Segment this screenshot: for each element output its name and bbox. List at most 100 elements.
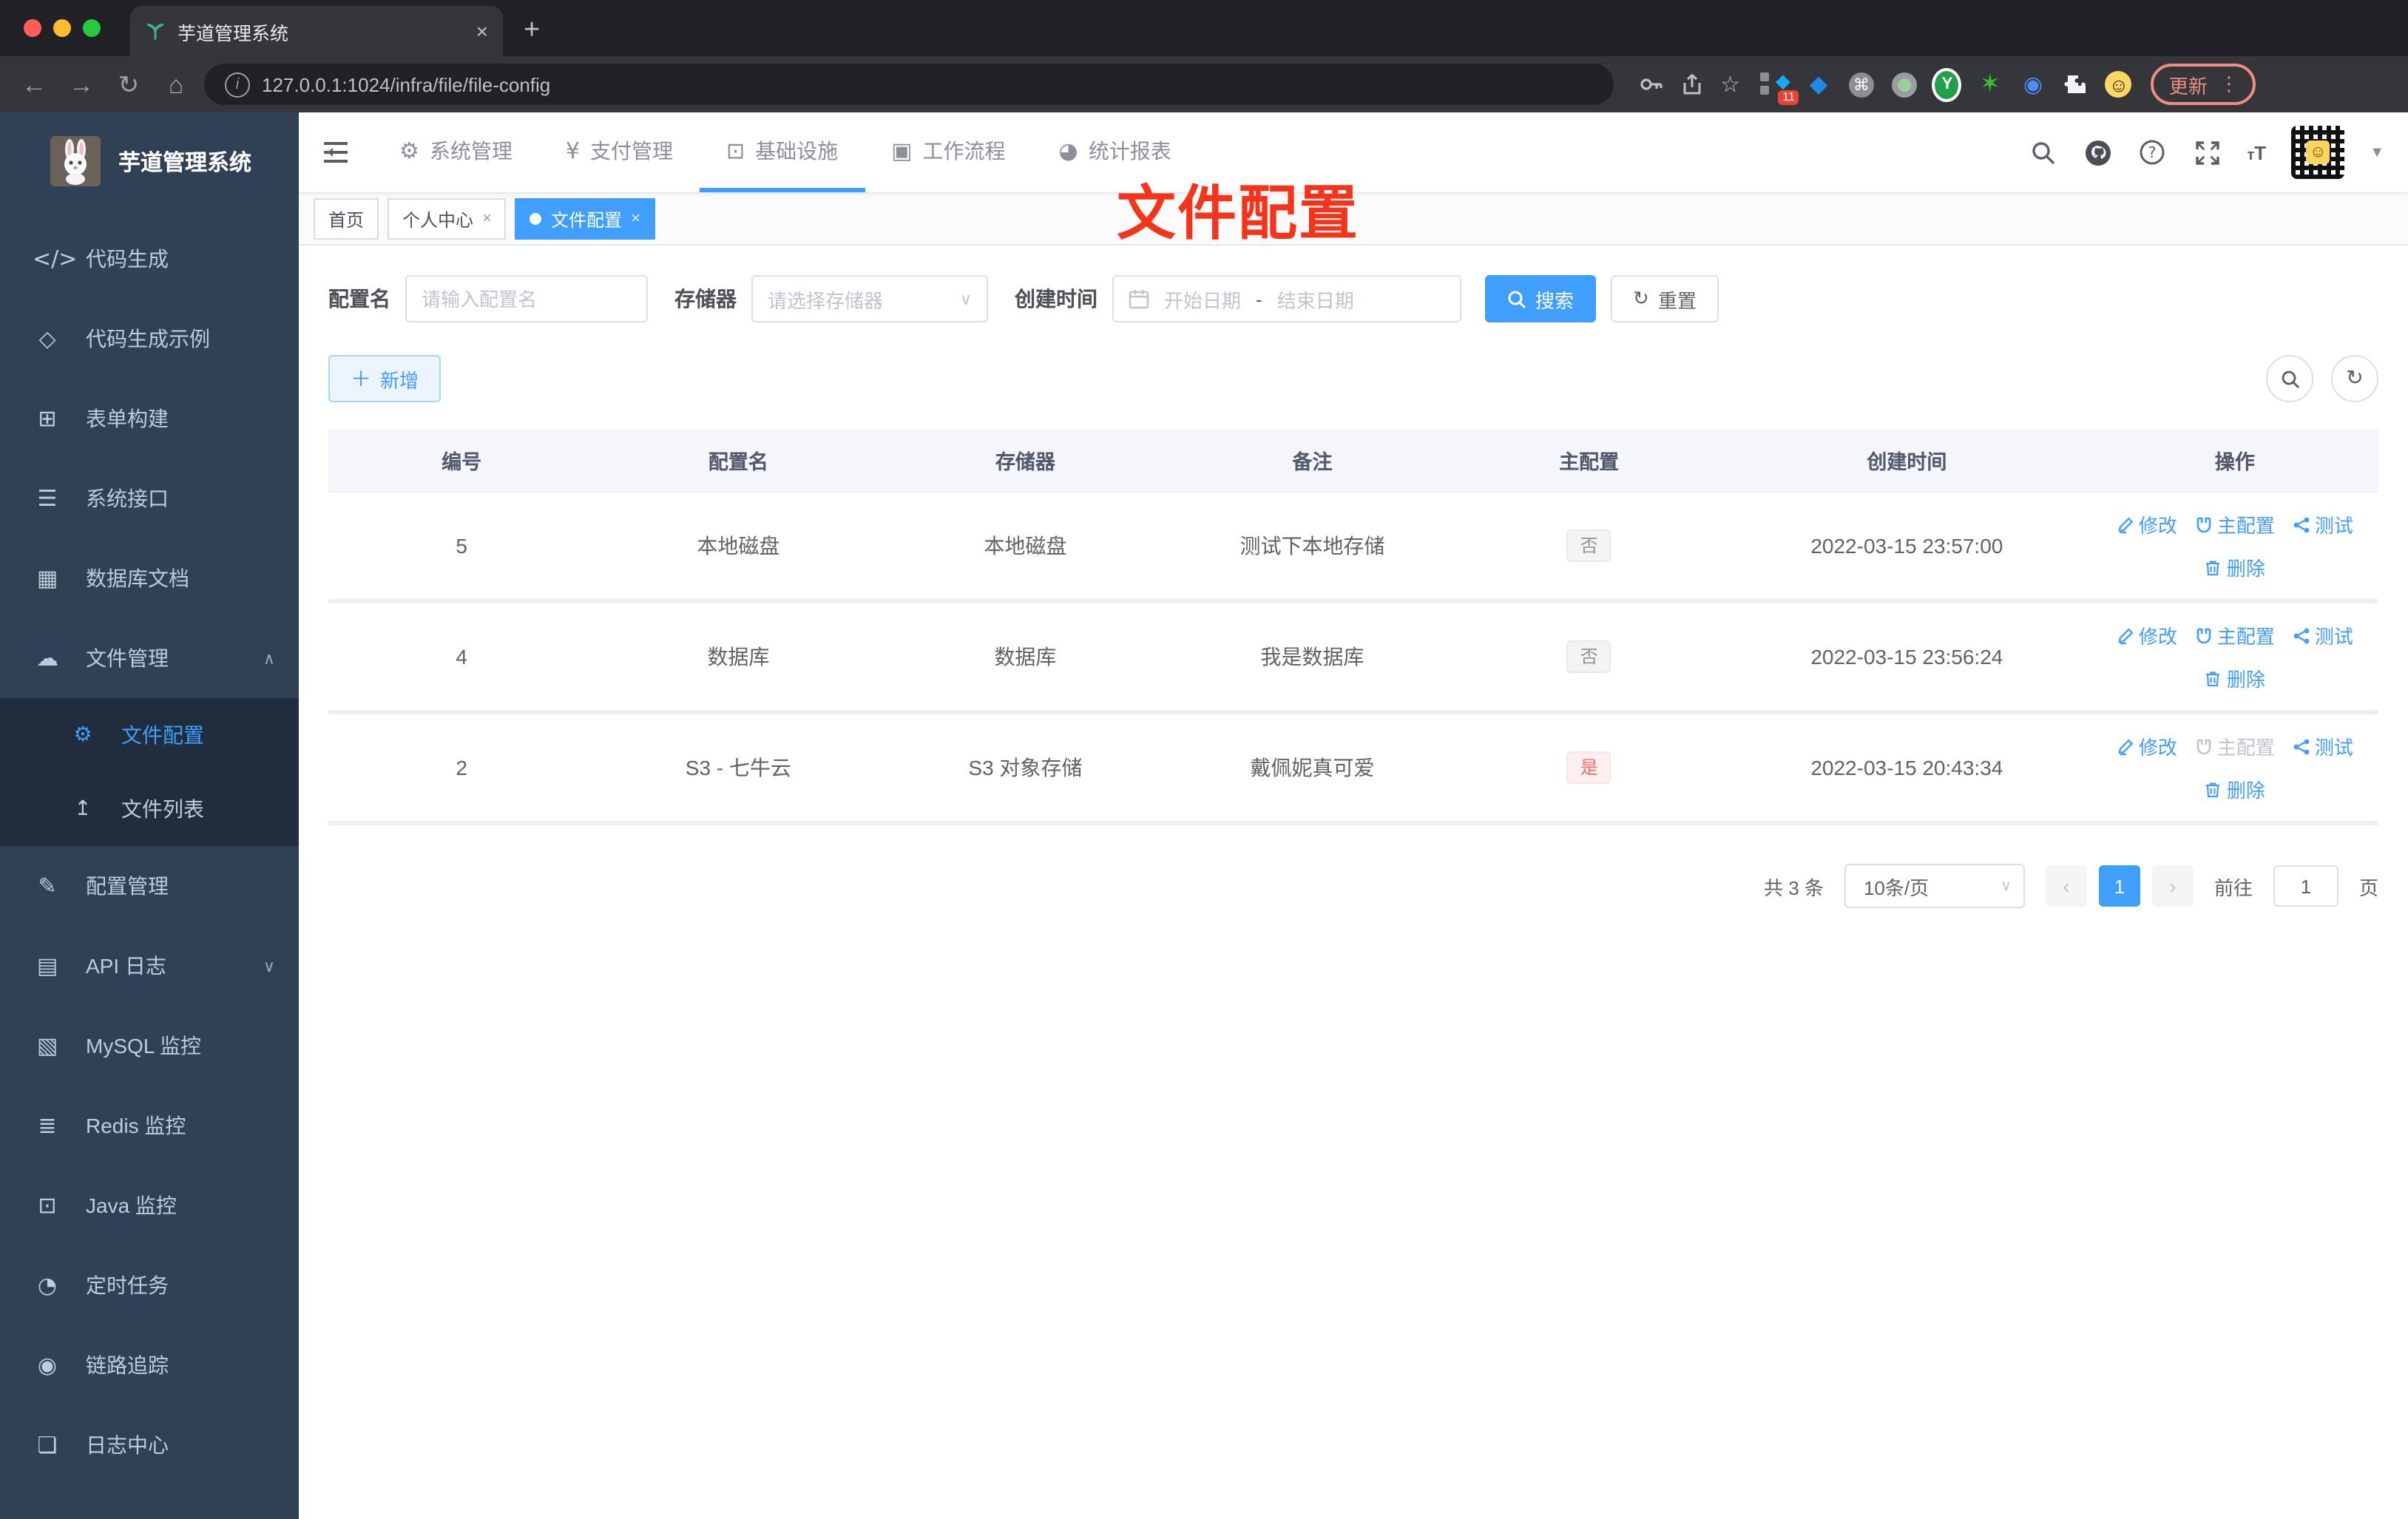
tags-view-tab-0[interactable]: 首页 [314, 198, 379, 240]
file-config-table: 编号 配置名 存储器 备注 主配置 创建时间 操作 5 本地磁盘 本地磁盘 测试… [328, 429, 2378, 825]
github-icon[interactable] [2083, 138, 2112, 167]
sidebar-item-12[interactable]: ⊡ Java 监控 [0, 1166, 299, 1245]
test-action[interactable]: 测试 [2293, 510, 2353, 538]
delete-action[interactable]: 删除 [2205, 775, 2265, 803]
delete-action[interactable]: 删除 [2205, 553, 2265, 581]
next-page-button[interactable]: › [2151, 865, 2194, 907]
reload-icon[interactable]: ↻ [109, 72, 148, 97]
app-title: 芋道管理系统 [118, 150, 252, 175]
table-row: 4 数据库 数据库 我是数据库 否 2022-03-15 23:56:24 修改… [328, 601, 2378, 714]
browser-update-button[interactable]: 更新 ⋮ [2151, 64, 2256, 105]
hide-search-icon[interactable] [2266, 355, 2313, 402]
close-window-button[interactable] [24, 19, 41, 37]
browser-chrome: 芋道管理系统 × + ← → ↻ ⌂ i 127.0.0.1:1024/infr… [0, 0, 2408, 112]
extension-eye-icon[interactable]: ◉ [2018, 70, 2048, 99]
reset-button[interactable]: ↻ 重置 [1611, 275, 1719, 322]
tab-close-icon[interactable]: × [476, 19, 488, 43]
monitor-icon: ⊡ [38, 1192, 57, 1219]
current-page-button[interactable]: 1 [2098, 865, 2140, 907]
edit-action[interactable]: 修改 [2117, 732, 2177, 760]
back-icon[interactable]: ← [15, 72, 53, 97]
sidebar-item-3[interactable]: ☰ 系统接口 [0, 459, 299, 538]
extension-balloon-icon[interactable]: ◆ [1804, 70, 1833, 99]
extensions-puzzle-icon[interactable] [2061, 70, 2091, 99]
bookmark-star-icon[interactable]: ☆ [1720, 73, 1740, 95]
sidebar-item-11[interactable]: ≣ Redis 监控 [0, 1086, 299, 1166]
traffic-lights[interactable] [24, 19, 101, 37]
extension-command-icon[interactable]: ⌘ [1847, 70, 1876, 99]
page-size-select[interactable]: 10条/页 ∨ [1844, 864, 2025, 908]
address-bar[interactable]: i 127.0.0.1:1024/infra/file/file-config [204, 64, 1614, 105]
sidebar-item-0[interactable]: </> 代码生成 [0, 219, 299, 299]
top-nav: ⚙ 系统管理 ¥ 支付管理 ⊡ 基础设施 ▣ 工作流程 ◕ 统计报表 [373, 112, 1198, 192]
sidebar-item-6[interactable]: ⚙ 文件配置 [0, 698, 299, 772]
chevron-down-icon[interactable]: ▼ [2370, 144, 2384, 160]
edit-action[interactable]: 修改 [2117, 510, 2177, 538]
edit-square-icon: ✎ [38, 873, 57, 899]
config-name-input[interactable] [405, 275, 648, 322]
edit-action[interactable]: 修改 [2117, 621, 2177, 649]
new-tab-button[interactable]: + [524, 15, 540, 47]
cell-storage: S3 对象存储 [882, 712, 1169, 825]
zoom-window-button[interactable] [83, 19, 101, 37]
tab-close-icon[interactable]: × [482, 210, 492, 228]
col-storage: 存储器 [882, 429, 1169, 493]
search-icon[interactable] [2028, 138, 2057, 167]
goto-page-input[interactable] [2273, 865, 2338, 907]
master-config-action[interactable]: 主配置 [2195, 510, 2275, 538]
sidebar-item-8[interactable]: ✎ 配置管理 [0, 846, 299, 926]
sidebar-item-7[interactable]: ↥ 文件列表 [0, 772, 299, 846]
add-button[interactable]: ＋ 新增 [328, 355, 442, 402]
test-action[interactable]: 测试 [2293, 621, 2353, 649]
sidebar-item-14[interactable]: ◉ 链路追踪 [0, 1325, 299, 1405]
sidebar-item-label: 配置管理 [86, 874, 169, 898]
top-nav-item-0[interactable]: ⚙ 系统管理 [373, 112, 539, 192]
top-nav-item-2[interactable]: ⊡ 基础设施 [700, 112, 865, 192]
nav-label: 统计报表 [1088, 138, 1171, 162]
sidebar-item-15[interactable]: ❏ 日志中心 [0, 1405, 299, 1485]
tab-close-icon[interactable]: × [631, 210, 640, 228]
browser-menu-icon[interactable]: ⋮ [2219, 72, 2239, 96]
search-button[interactable]: 搜索 [1485, 275, 1597, 322]
prev-page-button[interactable]: ‹ [2045, 865, 2087, 907]
tags-view-tab-1[interactable]: 个人中心 × [388, 198, 507, 240]
sidebar-item-13[interactable]: ◔ 定时任务 [0, 1245, 299, 1325]
fullscreen-icon[interactable] [2192, 138, 2222, 167]
extension-y-icon[interactable]: Y [1932, 67, 1962, 101]
extension-grid-kite-icon[interactable]: ◆ 11 [1760, 70, 1799, 105]
top-nav-item-3[interactable]: ▣ 工作流程 [865, 112, 1032, 192]
edit-icon [2118, 516, 2134, 533]
extension-dot-icon[interactable] [1890, 70, 1919, 99]
col-remark: 备注 [1169, 429, 1456, 493]
home-icon[interactable]: ⌂ [157, 72, 195, 97]
sidebar-item-1[interactable]: ◇ 代码生成示例 [0, 299, 299, 379]
refresh-table-icon[interactable]: ↻ [2331, 355, 2378, 402]
share-icon[interactable] [1679, 71, 1705, 98]
master-config-action[interactable]: 主配置 [2195, 621, 2275, 649]
font-size-icon[interactable]: тT [2247, 141, 2266, 163]
sidebar-item-5[interactable]: ☁ 文件管理 ∧ [0, 618, 299, 698]
browser-tab[interactable]: 芋道管理系统 × [130, 6, 503, 56]
extension-emoji-icon[interactable]: ☺ [2104, 70, 2134, 99]
sidebar-item-4[interactable]: ▦ 数据库文档 [0, 538, 299, 618]
sidebar-item-9[interactable]: ▤ API 日志 ∨ [0, 926, 299, 1006]
help-icon[interactable]: ? [2137, 138, 2167, 167]
delete-action[interactable]: 删除 [2205, 664, 2265, 692]
sliders-icon: ☰ [37, 485, 58, 512]
forward-icon[interactable]: → [62, 72, 101, 97]
tags-view-tab-2[interactable]: 文件配置 × [515, 198, 655, 240]
date-range-picker[interactable]: 开始日期 - 结束日期 [1112, 275, 1461, 322]
date-separator: - [1256, 288, 1262, 310]
storage-select[interactable]: 请选择存储器 ∨ [751, 275, 988, 322]
user-avatar[interactable] [2291, 126, 2345, 179]
password-key-icon[interactable] [1637, 71, 1664, 98]
master-config-action[interactable]: 主配置 [2195, 732, 2275, 760]
sidebar-item-10[interactable]: ▧ MySQL 监控 [0, 1006, 299, 1086]
top-nav-item-1[interactable]: ¥ 支付管理 [539, 112, 700, 192]
test-action[interactable]: 测试 [2293, 732, 2353, 760]
sidebar-item-2[interactable]: ⊞ 表单构建 [0, 379, 299, 459]
site-info-icon[interactable]: i [225, 72, 250, 97]
minimize-window-button[interactable] [53, 19, 71, 37]
collapse-sidebar-icon[interactable] [319, 136, 352, 169]
extension-star-icon[interactable]: ✶ [1975, 70, 2005, 99]
